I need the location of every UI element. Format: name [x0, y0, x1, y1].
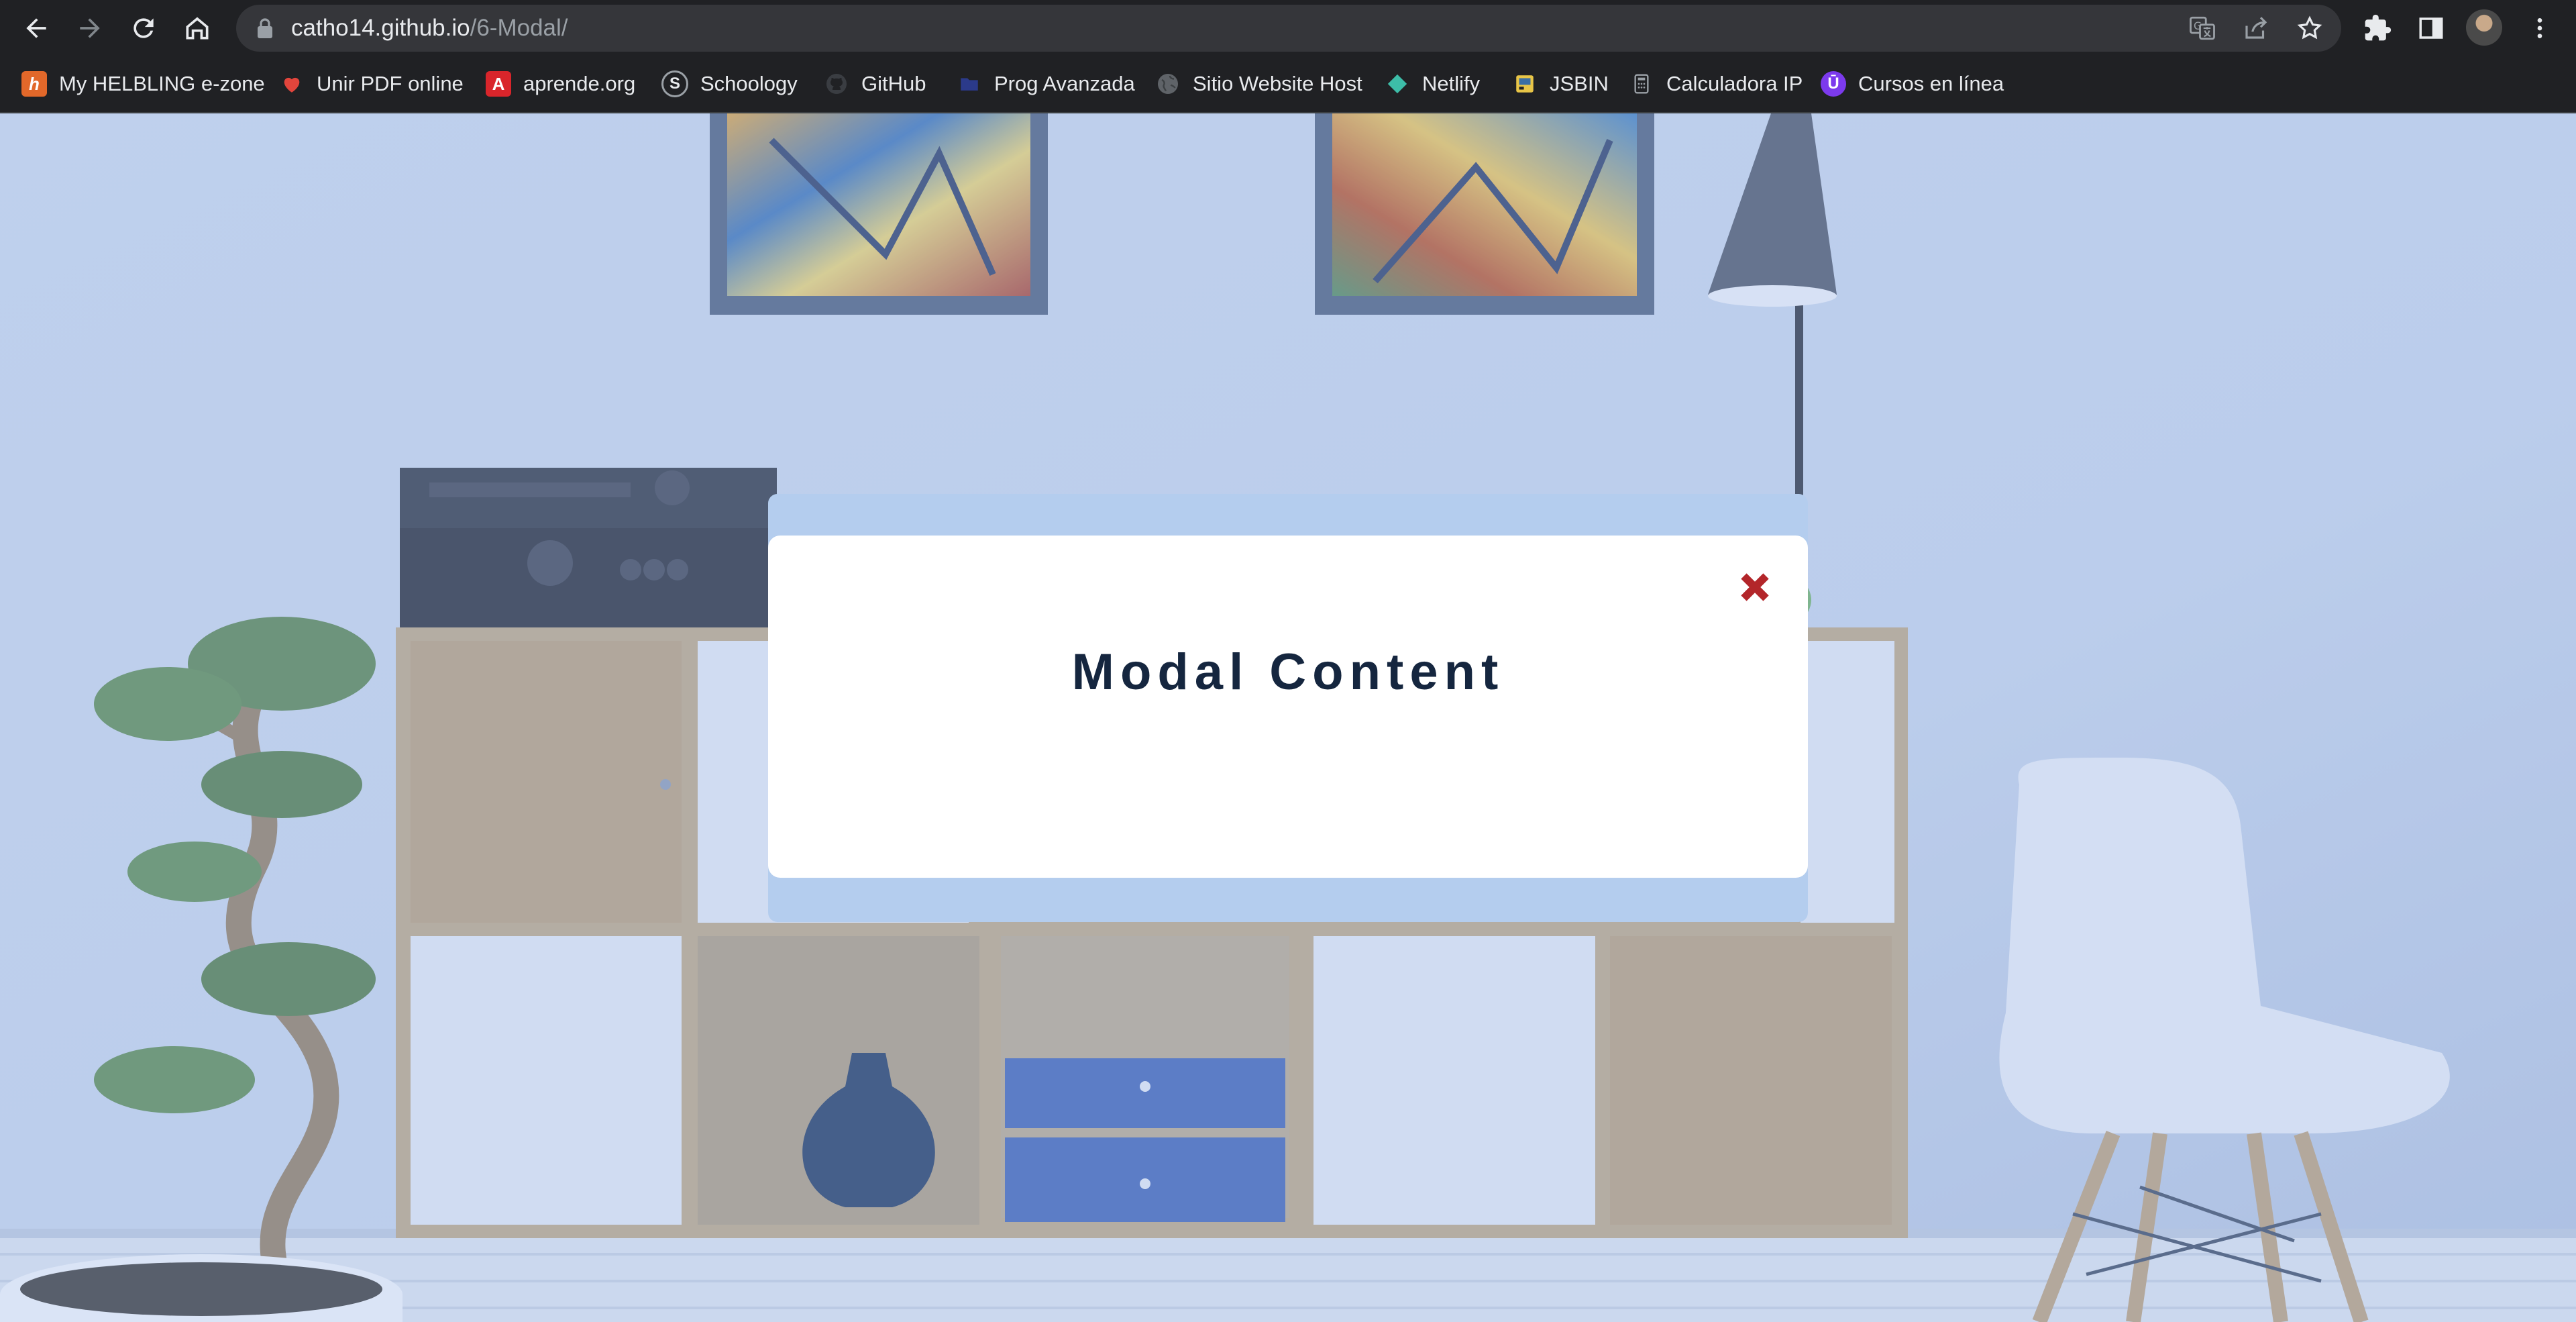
- bookmark-label: GitHub: [861, 72, 926, 95]
- lock-icon[interactable]: [256, 18, 274, 38]
- bookmark-label: Calculadora IP: [1666, 72, 1803, 95]
- address-bar[interactable]: catho14.github.io/6-Modal/ G: [236, 5, 2341, 52]
- url-path: /6-Modal/: [470, 15, 568, 41]
- reload-icon[interactable]: [125, 9, 162, 47]
- bookmark-label: Prog Avanzada: [994, 72, 1135, 95]
- bookmark-github[interactable]: GitHub: [824, 68, 926, 100]
- share-icon[interactable]: [2242, 14, 2270, 42]
- calculator-icon: [1629, 71, 1654, 97]
- page-viewport: Modal Content: [0, 113, 2576, 1322]
- bookmark-schoology[interactable]: S Schoology: [661, 68, 798, 100]
- extensions-icon[interactable]: [2361, 12, 2394, 44]
- star-icon[interactable]: [2296, 14, 2324, 42]
- bookmark-label: JSBIN: [1550, 72, 1609, 95]
- forward-arrow-icon[interactable]: [71, 9, 109, 47]
- folder-icon: [957, 71, 982, 97]
- bookmark-cursos-en-linea[interactable]: Ū Cursos en línea: [1821, 68, 2004, 100]
- aprende-icon: A: [486, 71, 511, 97]
- kebab-menu-icon[interactable]: [2524, 12, 2556, 44]
- heart-icon: [279, 71, 305, 97]
- schoology-icon: S: [661, 70, 688, 97]
- translate-icon[interactable]: G: [2188, 14, 2216, 42]
- back-arrow-icon[interactable]: [17, 9, 55, 47]
- url-host: catho14.github.io: [291, 15, 470, 41]
- bookmark-label: Schoology: [700, 72, 798, 95]
- bookmark-label: Unir PDF online: [317, 72, 464, 95]
- bookmark-helbling[interactable]: h My HELBLING e-zone: [21, 68, 265, 100]
- home-icon[interactable]: [178, 9, 216, 47]
- cursos-icon: Ū: [1821, 71, 1846, 97]
- bookmark-calculadora-ip[interactable]: Calculadora IP: [1629, 68, 1803, 100]
- bookmark-label: aprende.org: [523, 72, 636, 95]
- bookmark-aprende[interactable]: A aprende.org: [486, 68, 635, 100]
- jsbin-icon: [1512, 71, 1538, 97]
- bookmark-netlify[interactable]: Netlify: [1385, 68, 1480, 100]
- globe-icon: [1155, 71, 1181, 97]
- avatar[interactable]: [2466, 9, 2502, 46]
- bookmark-jsbin[interactable]: JSBIN: [1512, 68, 1609, 100]
- side-panel-icon[interactable]: [2415, 12, 2447, 44]
- modal-title: Modal Content: [1071, 644, 1505, 701]
- bookmark-label: Netlify: [1422, 72, 1481, 95]
- bookmark-label: My HELBLING e-zone: [59, 72, 265, 95]
- url-text[interactable]: catho14.github.io/6-Modal/: [291, 5, 568, 52]
- bookmark-label: Cursos en línea: [1858, 72, 2004, 95]
- netlify-icon: [1385, 71, 1410, 97]
- browser-toolbar: catho14.github.io/6-Modal/ G: [0, 0, 2576, 56]
- github-icon: [824, 71, 849, 97]
- bookmark-sitio-website-host[interactable]: Sitio Website Host: [1155, 68, 1362, 100]
- helbling-icon: h: [21, 71, 47, 97]
- bookmark-unir-pdf[interactable]: Unir PDF online: [279, 68, 464, 100]
- modal-dialog: Modal Content: [768, 536, 1808, 878]
- bookmarks-bar: h My HELBLING e-zone Unir PDF online A a…: [0, 56, 2576, 113]
- bookmark-prog-avanzada[interactable]: Prog Avanzada: [957, 68, 1135, 100]
- close-icon[interactable]: [1734, 566, 1776, 608]
- bookmark-label: Sitio Website Host: [1193, 72, 1362, 95]
